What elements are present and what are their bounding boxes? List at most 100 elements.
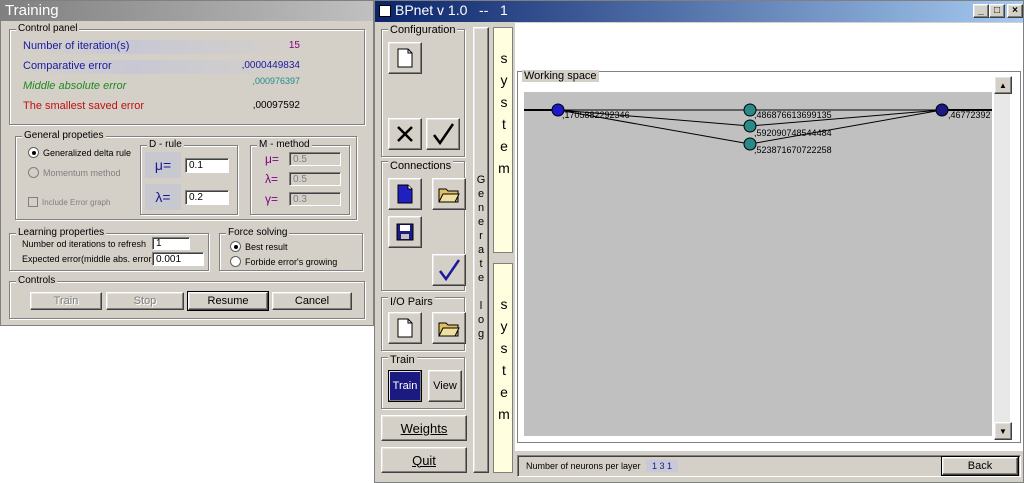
learning-properties-label: Learning properties — [16, 227, 107, 238]
weights-button[interactable]: Weights — [381, 415, 467, 441]
bpnet-window: BPnet v 1.0 -- 1 _ □ × Configuration Con… — [374, 0, 1024, 483]
bpnet-titlebar[interactable]: BPnet v 1.0 -- 1 _ □ × — [375, 1, 1023, 22]
control-panel-group: Control panel Number of iteration(s) 15 … — [9, 23, 365, 125]
io-pairs-group: I/O Pairs — [381, 296, 466, 351]
cancel-button[interactable]: Cancel — [272, 292, 352, 310]
stat-label-iterations: Number of iteration(s) — [23, 40, 130, 52]
network-canvas[interactable]: ,1705882292346 ,486876613699135 ,5920907… — [524, 92, 992, 436]
general-properties-group: General propeties Generalized delta rule… — [15, 130, 357, 220]
close-button[interactable]: × — [1007, 4, 1023, 18]
m-method-lambda-input[interactable]: 0.5 — [289, 172, 341, 186]
scroll-up-button[interactable]: ▲ — [994, 76, 1012, 94]
stat-label-smallest: The smallest saved error — [23, 100, 145, 112]
save-disk-icon — [396, 223, 414, 241]
bpnet-title: BPnet v 1.0 -- 1 — [395, 2, 508, 18]
app-icon — [379, 5, 391, 17]
check-icon — [439, 259, 461, 282]
m-mu-value: 0.5 — [293, 153, 307, 165]
radio-checked-icon — [28, 147, 39, 158]
status-bar: Number of neurons per layer 1 3 1 Back — [517, 455, 1021, 477]
new-io-pair-button[interactable] — [388, 312, 422, 344]
minimize-button[interactable]: _ — [973, 4, 989, 18]
stat-value-iterations: 15 — [288, 40, 300, 51]
stat-label-comparative: Comparative error — [23, 60, 112, 72]
radio-best-result[interactable]: Best result — [230, 241, 288, 252]
neurons-per-layer-value: 1 3 1 — [646, 460, 679, 472]
new-doc-icon — [397, 184, 413, 204]
checkbox-include-error-graph[interactable]: Include Error graph — [28, 197, 110, 207]
configuration-label: Configuration — [388, 24, 458, 36]
iterations-refresh-input[interactable]: 1 — [152, 237, 190, 250]
stat-row-smallest: The smallest saved error ,00097592 — [20, 100, 300, 114]
check-icon — [433, 123, 455, 146]
input-neuron-value: ,1705882292346 — [562, 110, 630, 120]
train-run-button[interactable]: Train — [388, 370, 422, 402]
stat-row-middle-abs: Middle absolute error ,000976397 — [20, 76, 300, 94]
m-gamma-symbol: γ= — [265, 192, 279, 206]
new-connection-button[interactable] — [388, 178, 422, 210]
save-system-button[interactable]: Save system — [493, 263, 528, 473]
generate-log-label: Generate log — [475, 174, 487, 342]
cancel-x-icon — [397, 126, 413, 142]
stat-value-middle-abs: ,000976397 — [252, 76, 300, 86]
network-diagram — [524, 103, 992, 151]
controls-group: Controls Train Stop Resume Cancel — [9, 275, 365, 319]
d-rule-group: D - rule μ= 0.1 λ= 0.2 — [140, 139, 238, 215]
configuration-group: Configuration — [381, 24, 465, 157]
cancel-config-button[interactable] — [388, 118, 422, 150]
stat-value-comparative: ,0000449834 — [241, 60, 300, 71]
confirm-config-button[interactable] — [426, 118, 460, 150]
scroll-down-button[interactable]: ▼ — [994, 422, 1012, 440]
learning-properties-group: Learning properties Number od iterations… — [9, 227, 209, 271]
radio-momentum[interactable]: Momentum method — [28, 167, 121, 178]
m-method-label: M - method — [257, 139, 312, 150]
d-rule-mu-input[interactable]: 0.1 — [185, 158, 229, 173]
radio-best-result-label: Best result — [245, 241, 288, 252]
radio-unchecked-icon — [230, 256, 241, 267]
stat-label-middle-abs: Middle absolute error — [23, 80, 127, 92]
lambda-symbol: λ= — [155, 189, 171, 205]
training-titlebar[interactable]: Training — [1, 1, 373, 21]
quit-button[interactable]: Quit — [381, 447, 467, 473]
resume-button[interactable]: Resume — [187, 291, 269, 311]
connections-group: Connections — [381, 160, 466, 291]
m-method-group: M - method μ= 0.5 λ= 0.5 γ= 0.3 — [250, 139, 350, 215]
neurons-per-layer-label: Number of neurons per layer — [526, 461, 641, 471]
mu-symbol-box: μ= — [145, 152, 181, 178]
open-io-pair-button[interactable] — [432, 312, 466, 344]
expected-error-value: 0.001 — [156, 253, 182, 265]
open-folder-icon — [438, 322, 460, 337]
back-button[interactable]: Back — [941, 456, 1019, 476]
stat-row-iterations: Number of iteration(s) 15 — [20, 40, 300, 54]
open-folder-icon — [438, 188, 460, 203]
m-method-gamma-input[interactable]: 0.3 — [289, 192, 341, 206]
train-button[interactable]: Train — [30, 292, 102, 310]
radio-generalized-delta[interactable]: Generalized delta rule — [28, 147, 131, 158]
vertical-scrollbar[interactable]: ▲ ▼ — [994, 76, 1012, 440]
stop-button[interactable]: Stop — [106, 292, 184, 310]
new-file-icon — [397, 318, 413, 338]
iterations-refresh-label: Number od iterations to refresh — [22, 239, 147, 249]
hidden-neuron-2-value: ,592090748544484 — [754, 128, 832, 138]
load-system-button[interactable]: Load system — [493, 27, 528, 253]
new-config-button[interactable] — [388, 42, 422, 74]
confirm-connection-button[interactable] — [432, 254, 466, 286]
maximize-button[interactable]: □ — [989, 4, 1005, 18]
output-neuron-value: ,46772392 — [948, 110, 991, 120]
open-connection-button[interactable] — [432, 178, 466, 210]
new-file-icon — [397, 48, 413, 68]
m-method-mu-input[interactable]: 0.5 — [289, 152, 341, 166]
m-mu-symbol: μ= — [265, 152, 279, 166]
checkbox-include-label: Include Error graph — [42, 197, 111, 207]
view-button[interactable]: View — [428, 370, 462, 402]
save-connection-button[interactable] — [388, 216, 422, 248]
hidden-neuron-3-value: ,523871670722258 — [754, 145, 832, 155]
force-solving-label: Force solving — [226, 227, 290, 238]
generate-log-button[interactable]: Generate log — [473, 27, 489, 473]
train-label: Train — [388, 354, 417, 366]
radio-forbide-growing[interactable]: Forbide error's growing — [230, 256, 337, 267]
radio-unchecked-icon — [28, 167, 39, 178]
d-rule-lambda-input[interactable]: 0.2 — [185, 190, 229, 205]
m-lambda-symbol: λ= — [265, 172, 279, 186]
expected-error-input[interactable]: 0.001 — [152, 252, 204, 266]
